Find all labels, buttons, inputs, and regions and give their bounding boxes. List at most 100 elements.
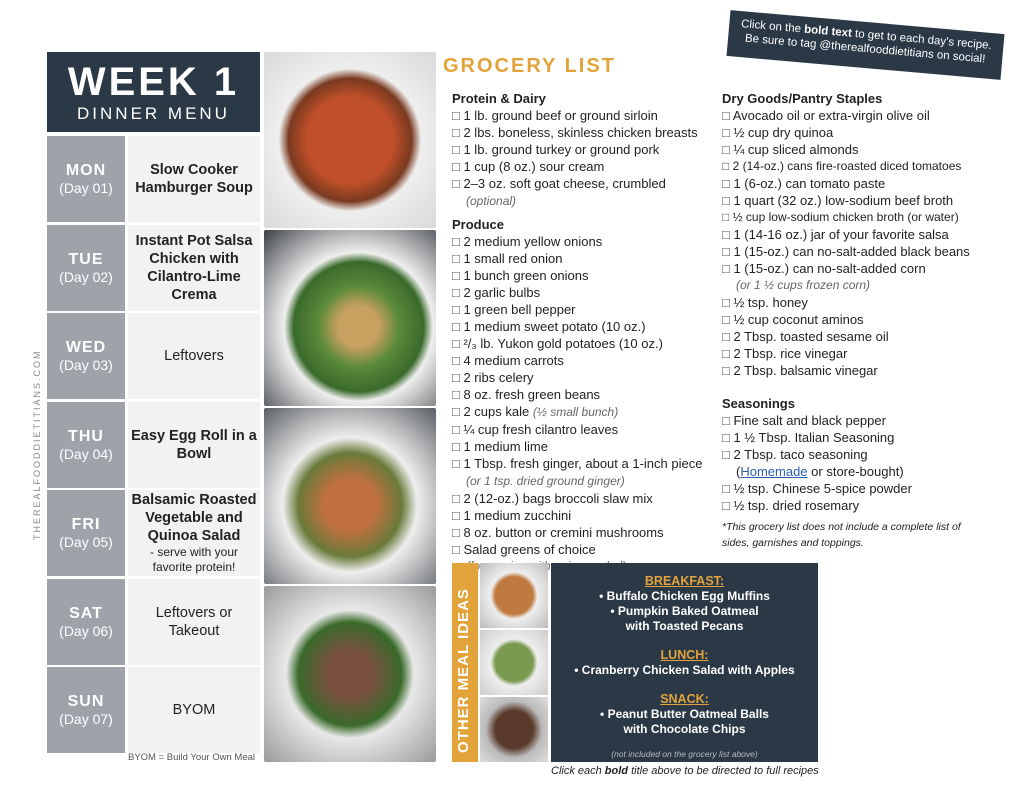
item-text: 1 (6-oz.) can tomato paste: [733, 176, 886, 191]
meal-title[interactable]: Balsamic Roasted Vegetable and Quinoa Sa…: [130, 491, 258, 545]
grocery-item: 1 cup (8 oz.) sour cream: [452, 158, 717, 175]
meal-title[interactable]: Easy Egg Roll in a Bowl: [130, 427, 258, 463]
grocery-item: 4 medium carrots: [452, 352, 717, 369]
click-text: title above to be directed to full recip…: [628, 765, 819, 777]
item-text: 2 Tbsp. taco seasoning: [733, 447, 868, 462]
meal-cell: Leftovers or Takeout: [128, 578, 260, 665]
day-number: (Day 04): [59, 445, 113, 462]
recipe-link-cont[interactable]: with Toasted Pecans: [551, 619, 818, 634]
grocery-item: 2 medium yellow onions: [452, 233, 717, 250]
item-text: 1 Tbsp. fresh ginger, about a 1-inch pie…: [463, 456, 703, 471]
item-text: 1 medium sweet potato (10 oz.): [463, 319, 646, 334]
day-row-thu: THU (Day 04) Easy Egg Roll in a Bowl: [47, 401, 260, 488]
byom-note: BYOM = Build Your Own Meal: [128, 752, 255, 763]
section-produce: Produce: [452, 217, 505, 232]
item-text: 1 green bell pepper: [463, 302, 576, 317]
photo-salsa-chicken[interactable]: [264, 230, 436, 406]
grocery-item: 1 ½ Tbsp. Italian Seasoning: [722, 429, 992, 446]
photo-egg-muffins[interactable]: [480, 563, 548, 628]
item-note: (optional): [466, 194, 517, 208]
breakfast-heading: BREAKFAST:: [644, 574, 725, 588]
day-name: THU: [68, 427, 104, 445]
item-text: 2 garlic bulbs: [463, 285, 541, 300]
grocery-item: 1 lb. ground turkey or ground pork: [452, 141, 717, 158]
grocery-item: 1 (15-oz.) can no-salt-added black beans: [722, 243, 992, 260]
day-row-fri: FRI (Day 05) Balsamic Roasted Vegetable a…: [47, 490, 260, 576]
day-row-wed: WED (Day 03) Leftovers: [47, 313, 260, 399]
grocery-item: 8 oz. button or cremini mushrooms: [452, 524, 717, 541]
day-number: (Day 01): [59, 180, 113, 196]
meal-cell[interactable]: Balsamic Roasted Vegetable and Quinoa Sa…: [128, 490, 260, 576]
item-text: 2 lbs. boneless, skinless chicken breast…: [463, 125, 698, 140]
homemade-link[interactable]: Homemade: [740, 464, 807, 479]
grocery-item: ²/₃ lb. Yukon gold potatoes (10 oz.): [452, 335, 717, 352]
day-row-sat: SAT (Day 06) Leftovers or Takeout: [47, 578, 260, 665]
grocery-item: ½ tsp. Chinese 5-spice powder: [722, 480, 992, 497]
grocery-item: 2 (12-oz.) bags broccoli slaw mix: [452, 490, 717, 507]
item-text: 2 Tbsp. rice vinegar: [733, 346, 848, 361]
grocery-item: Avocado oil or extra-virgin olive oil: [722, 107, 992, 124]
day-name: SUN: [67, 693, 105, 710]
item-text: 1 medium lime: [463, 439, 548, 454]
recipe-link[interactable]: • Buffalo Chicken Egg Muffins: [551, 589, 818, 604]
section-seasonings: Seasonings: [722, 396, 795, 411]
day-label: SAT (Day 06): [47, 578, 125, 665]
item-text: 1 medium zucchini: [463, 508, 572, 523]
item-text: ¼ cup sliced almonds: [733, 142, 859, 157]
item-text: ½ cup dry quinoa: [733, 125, 834, 140]
item-text: 1 quart (32 oz.) low-sodium beef broth: [733, 193, 954, 208]
grocery-item: 2 lbs. boneless, skinless chicken breast…: [452, 124, 717, 141]
photo-egg-roll-bowl[interactable]: [264, 408, 436, 584]
lunch-heading: LUNCH:: [660, 648, 709, 662]
meal-ideas-box: BREAKFAST: • Buffalo Chicken Egg Muffins…: [551, 563, 818, 762]
item-text: 1 lb. ground beef or ground sirloin: [463, 108, 658, 123]
meal-title[interactable]: Slow Cooker Hamburger Soup: [130, 161, 258, 197]
grocery-item: 2–3 oz. soft goat cheese, crumbled (opti…: [452, 175, 717, 210]
photo-chicken-salad[interactable]: [480, 630, 548, 695]
grocery-item: ½ cup coconut aminos: [722, 311, 992, 328]
grocery-item: 1 (6-oz.) can tomato paste: [722, 175, 992, 192]
item-text: 2 Tbsp. balsamic vinegar: [733, 363, 878, 378]
grocery-item: 8 oz. fresh green beans: [452, 386, 717, 403]
meal-cell[interactable]: Instant Pot Salsa Chicken with Cilantro-…: [128, 224, 260, 311]
recipe-link[interactable]: • Peanut Butter Oatmeal Balls: [551, 707, 818, 722]
grocery-item: ½ cup low-sodium chicken broth (or water…: [722, 209, 992, 226]
recipe-link[interactable]: • Cranberry Chicken Salad with Apples: [551, 663, 818, 678]
item-text: 1 (15-oz.) can no-salt-added corn: [733, 261, 926, 276]
item-text: ²/₃ lb. Yukon gold potatoes (10 oz.): [463, 336, 663, 351]
meal-title: Leftovers or Takeout: [155, 604, 233, 639]
snack-heading: SNACK:: [660, 692, 709, 706]
day-row-tue: TUE (Day 02) Instant Pot Salsa Chicken wi…: [47, 224, 260, 311]
grocery-item: ½ tsp. honey: [722, 294, 992, 311]
day-row-mon: MON (Day 01) Slow Cooker Hamburger Soup: [47, 136, 260, 222]
recipe-link-cont[interactable]: with Chocolate Chips: [551, 722, 818, 737]
meal-cell[interactable]: Slow Cooker Hamburger Soup: [128, 136, 260, 222]
day-name: WED: [65, 339, 107, 356]
day-name: FRI: [71, 516, 101, 533]
meal-title[interactable]: Instant Pot Salsa Chicken with Cilantro-…: [130, 232, 258, 304]
day-number: (Day 03): [59, 357, 113, 373]
grocery-footnote: *This grocery list does not include a co…: [722, 521, 961, 549]
grocery-item: 1 (15-oz.) can no-salt-added corn (or 1 ½…: [722, 260, 992, 294]
other-meal-ideas-text: OTHER MEAL IDEAS: [455, 588, 472, 753]
grocery-item: ½ cup dry quinoa: [722, 124, 992, 141]
item-text: 1 ½ Tbsp. Italian Seasoning: [733, 430, 895, 445]
meal-title: BYOM: [172, 702, 216, 718]
grocery-item: 1 bunch green onions: [452, 267, 717, 284]
grocery-item: 1 (14-16 oz.) jar of your favorite salsa: [722, 226, 992, 243]
grocery-item: 2 Tbsp. toasted sesame oil: [722, 328, 992, 345]
photo-quinoa-salad[interactable]: [264, 586, 436, 762]
recipe-link[interactable]: • Pumpkin Baked Oatmeal: [551, 604, 818, 619]
item-text: Fine salt and black pepper: [733, 413, 886, 428]
grocery-item: 1 medium sweet potato (10 oz.): [452, 318, 717, 335]
photo-hamburger-soup[interactable]: [264, 52, 436, 228]
grocery-title: GROCERY LIST: [443, 55, 616, 77]
item-text: 4 medium carrots: [463, 353, 564, 368]
grocery-column-2: Dry Goods/Pantry Staples Avocado oil or …: [722, 86, 992, 514]
photo-oatmeal-balls[interactable]: [480, 697, 548, 762]
day-row-sun: SUN (Day 07) BYOM: [47, 667, 260, 753]
grocery-item: 2 Tbsp. balsamic vinegar: [722, 362, 992, 379]
meal-cell[interactable]: Easy Egg Roll in a Bowl: [128, 401, 260, 488]
day-label: TUE (Day 02): [47, 224, 125, 311]
grocery-item: 2 garlic bulbs: [452, 284, 717, 301]
